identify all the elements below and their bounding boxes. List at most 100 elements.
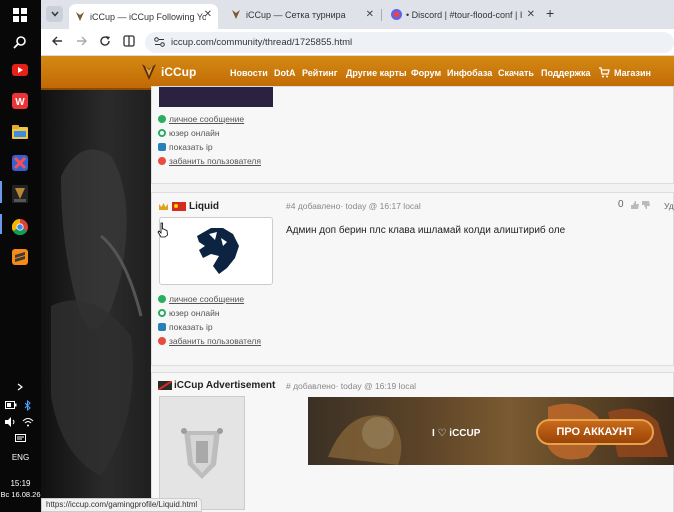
show-ip-link[interactable]: показать ip: [169, 142, 213, 152]
nav-support[interactable]: Поддержка: [541, 68, 591, 78]
close-icon[interactable]: ✕: [204, 9, 212, 20]
user-avatar[interactable]: [159, 87, 273, 107]
discord-favicon-icon: [391, 9, 402, 20]
private-message-link[interactable]: личное сообщение: [169, 114, 244, 124]
pro-account-banner[interactable]: I ♡ iCCUP ПРО АККАУНТ: [308, 397, 674, 465]
browser-tab-strip: iCCup — iCCup Following Your ✕ iCCup — С…: [41, 0, 674, 29]
keyboard-language[interactable]: ENG: [0, 453, 41, 462]
reading-mode-icon[interactable]: [123, 35, 135, 49]
bluetooth-icon[interactable]: [21, 398, 35, 412]
file-explorer-icon[interactable]: [8, 121, 32, 143]
online-icon: [158, 129, 166, 137]
link-status-bar: https://iccup.com/gamingprofile/Liquid.h…: [41, 498, 203, 512]
clock-date[interactable]: Вс 16.08.26: [0, 490, 41, 499]
search-icon[interactable]: [8, 31, 32, 53]
nav-infobase[interactable]: Инфобаза: [447, 68, 492, 78]
team-liquid-horse-icon: [197, 228, 239, 274]
ban-user-link[interactable]: забанить пользователя: [169, 336, 261, 346]
close-icon[interactable]: ✕: [527, 9, 535, 20]
tab-divider: [381, 9, 382, 21]
private-message-link[interactable]: личное сообщение: [169, 294, 244, 304]
user-online-label: юзер онлайн: [169, 308, 220, 318]
post-score: 0: [618, 199, 624, 210]
wps-office-icon[interactable]: W: [8, 90, 32, 112]
nav-news[interactable]: Новости: [230, 68, 268, 78]
post-author: Liquid: [158, 201, 219, 212]
iccup-logo-icon: [142, 64, 156, 80]
nav-forum[interactable]: Форум: [411, 68, 441, 78]
ban-icon: [158, 157, 166, 165]
forum-thread: личное сообщение юзер онлайн показать ip…: [151, 86, 674, 512]
forward-icon[interactable]: [76, 35, 88, 49]
browser-toolbar: iccup.com/community/thread/1725855.html: [41, 29, 674, 56]
address-bar[interactable]: iccup.com/community/thread/1725855.html: [145, 32, 674, 53]
nav-download[interactable]: Скачать: [498, 68, 534, 78]
battery-icon[interactable]: [4, 398, 18, 412]
tab-discord[interactable]: • Discord | #tour-flood-conf | I ✕: [385, 4, 541, 25]
thumbs-up-icon[interactable]: [630, 200, 640, 210]
logo-text: iCCup: [161, 65, 197, 79]
windows-start-icon[interactable]: [8, 4, 32, 26]
delete-link[interactable]: Уд: [664, 201, 674, 211]
site-navbar: iCCup Новости DotA Рейтинг Другие карты …: [41, 56, 674, 90]
nav-rating[interactable]: Рейтинг: [302, 68, 337, 78]
games-launcher-icon[interactable]: [8, 152, 32, 174]
active-app-indicator: [0, 181, 2, 203]
iccup-beta-icon[interactable]: [8, 183, 32, 205]
back-icon[interactable]: [51, 35, 63, 49]
forum-post-previous: личное сообщение юзер онлайн показать ip…: [151, 86, 674, 184]
ban-user-link[interactable]: забанить пользователя: [169, 156, 261, 166]
site-info-icon[interactable]: [154, 37, 165, 47]
close-icon[interactable]: ✕: [366, 9, 374, 20]
username[interactable]: iCCup Advertisement: [174, 380, 275, 391]
site-logo[interactable]: iCCup: [141, 63, 196, 81]
monitor-icon: [158, 323, 166, 331]
flag-icon: [158, 381, 172, 390]
reload-icon[interactable]: [99, 35, 111, 49]
web-page: iCCup Новости DotA Рейтинг Другие карты …: [41, 56, 674, 512]
ban-icon: [158, 337, 166, 345]
active-app-indicator: [0, 214, 2, 234]
youtube-icon[interactable]: [8, 59, 32, 81]
message-icon: [158, 115, 166, 123]
post-message: Админ доп берин плс клава ишламай колди …: [286, 225, 566, 236]
sublime-text-icon[interactable]: [8, 246, 32, 268]
user-avatar[interactable]: [159, 396, 245, 510]
username[interactable]: Liquid: [189, 201, 219, 212]
flag-icon: [172, 202, 186, 211]
online-icon: [158, 309, 166, 317]
notification-icon[interactable]: [8, 432, 32, 446]
tab-iccup-tournament[interactable]: iCCup — Сетка турнира ✕: [225, 4, 380, 25]
chrome-icon[interactable]: [8, 216, 32, 238]
clock-time[interactable]: 15:19: [0, 479, 41, 488]
nav-other-maps[interactable]: Другие карты: [346, 68, 407, 78]
message-icon: [158, 295, 166, 303]
volume-icon[interactable]: [4, 415, 18, 429]
post-meta: # добавлено· today @ 16:19 local: [286, 381, 417, 391]
user-online-label: юзер онлайн: [169, 128, 220, 138]
forum-post-4: Liquid личное сообщение юзер онлайн пока…: [151, 192, 674, 366]
tab-label: iCCup — iCCup Following Your: [90, 11, 206, 22]
tab-iccup-following[interactable]: iCCup — iCCup Following Your ✕: [69, 4, 218, 29]
hand-cursor-icon: [157, 222, 168, 238]
chevron-up-icon[interactable]: [8, 380, 32, 394]
new-tab-button[interactable]: +: [546, 5, 554, 21]
forum-post-ad: iCCup Advertisement # добавлено· today @…: [151, 372, 674, 512]
user-links: личное сообщение юзер онлайн показать ip…: [158, 112, 261, 168]
pro-account-button[interactable]: ПРО АККАУНТ: [536, 419, 654, 445]
shield-icon: [181, 428, 223, 479]
nav-shop[interactable]: Магазин: [614, 68, 651, 78]
wifi-icon[interactable]: [21, 415, 35, 429]
nav-dota[interactable]: DotA: [274, 68, 296, 78]
crown-icon: [159, 203, 168, 210]
background-artwork: [41, 56, 151, 512]
thumbs-down-icon[interactable]: [641, 200, 651, 210]
tab-label: • Discord | #tour-flood-conf | I: [406, 9, 523, 20]
tab-label: iCCup — Сетка турнира: [246, 9, 346, 20]
post-meta: #4 добавлено· today @ 16:17 local: [286, 201, 421, 211]
tab-search-button[interactable]: [46, 6, 63, 22]
windows-taskbar: W ENG 15:19 Вс 16.08.26: [0, 0, 41, 512]
show-ip-link[interactable]: показать ip: [169, 322, 213, 332]
shop-icon: [599, 67, 610, 78]
user-avatar[interactable]: [159, 217, 273, 285]
